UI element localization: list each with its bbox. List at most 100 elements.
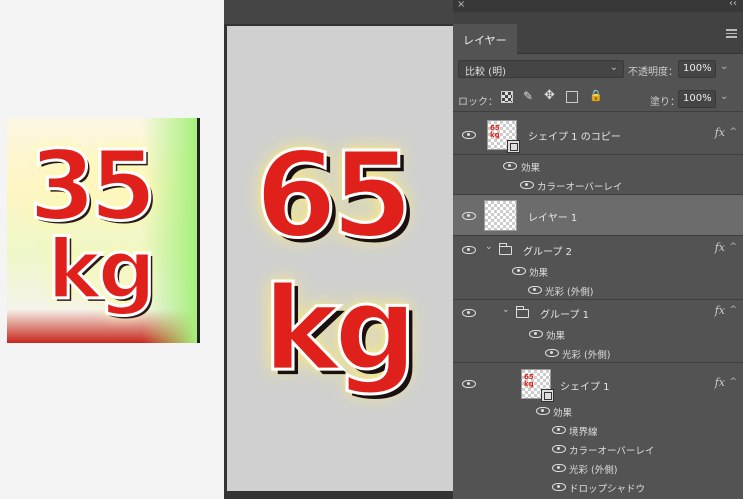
layer-shape-1[interactable]: 65 kg シェイプ 1 fx ^ [453, 363, 743, 405]
collapse-icon[interactable]: ‹‹ [729, 0, 737, 9]
eye-icon[interactable] [462, 131, 476, 139]
collapse-effects-icon[interactable]: ^ [729, 242, 737, 252]
eye-icon[interactable] [528, 286, 542, 294]
layer-name[interactable]: グループ 1 [540, 306, 589, 321]
effect-label: 光彩 (外側) [562, 350, 611, 361]
shape-badge-icon [507, 140, 520, 153]
effect-label: カラーオーバーレイ [569, 446, 655, 457]
layers-panel: × ‹‹ レイヤー 比較 (明) ⌄ 不透明度： 100% ⌄ ロック： ✎ ✥… [453, 0, 743, 499]
thumbnail-text: 65 kg [524, 373, 534, 388]
effect-row: 光彩 (外側) [453, 343, 743, 363]
effect-label: ドロップシャドウ [569, 484, 646, 495]
eye-icon[interactable] [529, 330, 543, 338]
effect-row: 光彩 (外側) [453, 458, 743, 477]
layer-name[interactable]: レイヤー 1 [528, 209, 577, 224]
eye-icon[interactable] [520, 181, 534, 189]
effect-row: 境界線 [453, 420, 743, 439]
layer-group-1[interactable]: ⌄ グループ 1 fx ^ [453, 300, 743, 324]
effect-row: 光彩 (外側) [453, 280, 743, 300]
effect-label: 境界線 [569, 427, 598, 438]
folder-icon [499, 243, 512, 255]
effect-row: カラーオーバーレイ [453, 439, 743, 458]
blend-mode-value: 比較 (明) [465, 67, 506, 78]
reference-image: 35 kg [7, 118, 200, 343]
canvas-area: 65 kg [224, 0, 453, 499]
effects-row: 効果 [453, 324, 743, 343]
eye-icon[interactable] [552, 426, 566, 434]
layer-thumbnail [484, 200, 517, 231]
panel-tabbar: レイヤー [453, 12, 743, 54]
close-icon[interactable]: × [457, 0, 465, 10]
chevron-down-icon: ⌄ [609, 62, 618, 73]
eye-icon[interactable] [552, 445, 566, 453]
eye-icon[interactable] [462, 212, 476, 220]
eye-icon[interactable] [545, 349, 559, 357]
opacity-dropdown-icon[interactable]: ⌄ [720, 61, 728, 72]
fill-input[interactable]: 100% [678, 90, 716, 108]
effect-label: カラーオーバーレイ [537, 182, 623, 193]
eye-icon[interactable] [462, 309, 476, 317]
effects-row: 効果 [453, 261, 743, 280]
eye-icon[interactable] [552, 464, 566, 472]
lock-artboard-icon[interactable] [566, 91, 578, 103]
reference-unit: kg [45, 223, 157, 318]
layer-name[interactable]: グループ 2 [523, 243, 572, 258]
effects-label: 効果 [546, 331, 566, 342]
reference-image-area: 35 kg [0, 0, 224, 499]
fx-icon[interactable]: fx [715, 304, 725, 317]
layer-name[interactable]: シェイプ 1 のコピー [528, 128, 621, 143]
eye-icon[interactable] [512, 267, 526, 275]
effects-row: 効果 [453, 156, 743, 175]
eye-icon[interactable] [462, 380, 476, 388]
effect-label: 光彩 (外側) [569, 465, 618, 476]
fill-dropdown-icon[interactable]: ⌄ [720, 91, 728, 102]
chevron-down-icon[interactable]: ⌄ [502, 305, 510, 315]
layer-shape-copy[interactable]: 65 kg シェイプ 1 のコピー fx ^ [453, 113, 743, 155]
eye-icon[interactable] [462, 246, 476, 254]
effect-label: 光彩 (外側) [545, 287, 594, 298]
panel-menu-icon[interactable] [726, 29, 737, 38]
fill-label: 塗り： [650, 97, 680, 108]
layer-layer-1[interactable]: レイヤー 1 [453, 195, 743, 236]
panel-titlebar: × ‹‹ [453, 0, 743, 12]
lock-all-icon[interactable]: 🔒 [589, 89, 603, 102]
lock-pixels-icon[interactable]: ✎ [523, 89, 535, 103]
chevron-down-icon[interactable]: ⌄ [485, 242, 493, 252]
effects-row: 効果 [453, 401, 743, 420]
layer-thumbnail: 65 kg [487, 120, 520, 153]
layer-group-2[interactable]: ⌄ グループ 2 fx ^ [453, 237, 743, 261]
layer-name[interactable]: シェイプ 1 [560, 378, 610, 393]
fx-icon[interactable]: fx [715, 126, 725, 139]
opacity-input[interactable]: 100% [678, 60, 716, 78]
thumbnail-text: 65 kg [490, 124, 500, 139]
lock-label: ロック： [458, 97, 498, 108]
canvas-toolbar [224, 0, 453, 24]
eye-icon[interactable] [536, 407, 550, 415]
eye-icon[interactable] [552, 483, 566, 491]
effect-row: カラーオーバーレイ [453, 175, 743, 195]
document-canvas[interactable]: 65 kg [227, 26, 453, 491]
canvas-unit: kg [261, 262, 418, 397]
eye-icon[interactable] [503, 162, 517, 170]
fx-icon[interactable]: fx [715, 241, 725, 254]
effects-label: 効果 [553, 408, 573, 419]
collapse-effects-icon[interactable]: ^ [729, 377, 737, 387]
blend-mode-select[interactable]: 比較 (明) ⌄ [458, 60, 624, 78]
canvas-number: 65 [253, 126, 414, 264]
fx-icon[interactable]: fx [715, 376, 725, 389]
collapse-effects-icon[interactable]: ^ [729, 127, 737, 137]
lock-position-icon[interactable]: ✥ [544, 88, 556, 103]
folder-icon [516, 306, 529, 318]
lock-row: ロック： ✎ ✥ 🔒 塗り： 100% ⌄ [453, 84, 743, 112]
reference-number: 35 [28, 130, 159, 242]
blend-row: 比較 (明) ⌄ 不透明度： 100% ⌄ [453, 54, 743, 84]
opacity-label: 不透明度： [628, 67, 678, 78]
effect-row: ドロップシャドウ [453, 477, 743, 496]
effects-label: 効果 [521, 163, 541, 174]
lock-transparent-icon[interactable] [501, 91, 513, 103]
collapse-effects-icon[interactable]: ^ [729, 305, 737, 315]
layer-list: 65 kg シェイプ 1 のコピー fx ^ 効果 カラーオーバーレイ レイヤー… [453, 113, 743, 499]
tab-layers[interactable]: レイヤー [453, 24, 517, 54]
effects-label: 効果 [529, 268, 549, 279]
layer-thumbnail: 65 kg [521, 369, 554, 402]
